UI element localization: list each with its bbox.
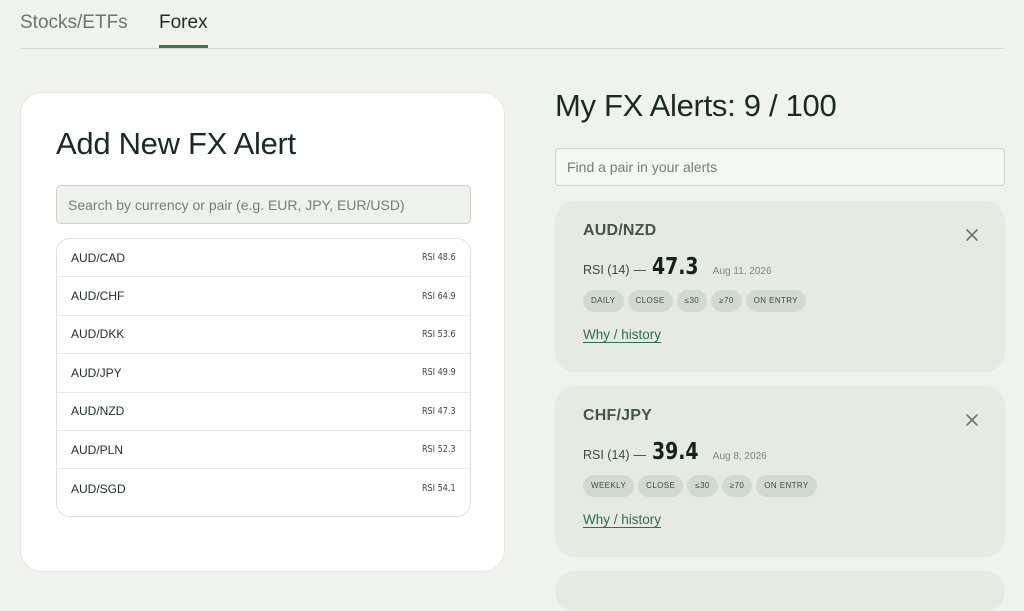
list-item[interactable]: AUD/CAD RSI 48.6	[57, 239, 470, 278]
alert-chips: DAILY CLOSE ≤30 ≥70 ON ENTRY	[583, 290, 807, 312]
list-item[interactable]: AUD/CHF RSI 64.9	[57, 277, 470, 316]
pair-name: AUD/JPY	[71, 365, 122, 380]
rsi-dash: —	[633, 448, 647, 462]
add-alert-title: Add New FX Alert	[56, 126, 296, 161]
close-icon[interactable]	[960, 408, 984, 432]
market-tabs: Stocks/ETFs Forex	[20, 0, 1005, 49]
lower-threshold-chip: ≤30	[676, 290, 708, 312]
trigger-chip: ON ENTRY	[745, 290, 807, 312]
upper-threshold-chip: ≥70	[721, 475, 753, 497]
alerts-title: My FX Alerts: 9 / 100	[555, 88, 837, 123]
pair-rsi: RSI 64.9	[422, 290, 456, 302]
alerts-search-input[interactable]	[555, 148, 1005, 186]
alert-pair: CHF/JPY	[583, 407, 652, 424]
rsi-label: RSI (14)	[583, 263, 630, 277]
rsi-value: 47.3	[652, 254, 699, 280]
pair-search-input[interactable]	[56, 185, 471, 224]
pair-rsi: RSI 52.3	[422, 444, 456, 456]
rsi-line: RSI (14) — 47.3 Aug 11, 2026	[583, 254, 772, 280]
close-icon[interactable]	[960, 223, 984, 247]
pair-rsi: RSI 54.1	[422, 483, 456, 495]
timeframe-chip: WEEKLY	[583, 475, 635, 497]
pair-rsi: RSI 49.9	[422, 367, 456, 379]
pair-rsi: RSI 48.6	[422, 252, 456, 264]
pair-name: AUD/PLN	[71, 442, 124, 457]
price-source-chip: CLOSE	[627, 290, 673, 312]
alert-chips: WEEKLY CLOSE ≤30 ≥70 ON ENTRY	[583, 475, 817, 497]
tab-forex[interactable]: Forex	[159, 12, 208, 48]
pair-rsi: RSI 53.6	[422, 328, 456, 340]
alert-card: CHF/JPY RSI (14) — 39.4 Aug 8, 2026 WEEK…	[555, 386, 1005, 557]
list-item[interactable]: AUD/SGD RSI 54.1	[57, 469, 470, 507]
tab-stocks-etfs[interactable]: Stocks/ETFs	[20, 12, 128, 48]
rsi-value: 39.4	[652, 439, 699, 465]
alert-pair: AUD/NZD	[583, 222, 657, 239]
list-item[interactable]: AUD/JPY RSI 49.9	[57, 354, 470, 393]
trigger-chip: ON ENTRY	[756, 475, 817, 497]
upper-threshold-chip: ≥70	[711, 290, 742, 312]
pair-name: AUD/SGD	[71, 481, 126, 496]
rsi-line: RSI (14) — 39.4 Aug 8, 2026	[583, 439, 767, 465]
list-item[interactable]: AUD/NZD RSI 47.3	[57, 393, 470, 431]
rsi-date: Aug 8, 2026	[712, 451, 767, 462]
list-item[interactable]: AUD/DKK RSI 53.6	[57, 316, 470, 355]
alert-card-partial	[555, 571, 1005, 611]
pair-name: AUD/DKK	[71, 327, 125, 342]
list-item[interactable]: AUD/PLN RSI 52.3	[57, 431, 470, 470]
lower-threshold-chip: ≤30	[687, 475, 718, 497]
rsi-date: Aug 11, 2026	[712, 266, 772, 277]
why-history-link[interactable]: Why / history	[583, 327, 661, 342]
pair-results-list: AUD/CAD RSI 48.6 AUD/CHF RSI 64.9 AUD/DK…	[56, 238, 471, 517]
alert-card: AUD/NZD RSI (14) — 47.3 Aug 11, 2026 DAI…	[555, 201, 1005, 372]
rsi-label: RSI (14)	[583, 448, 630, 462]
pair-name: AUD/NZD	[71, 404, 125, 419]
price-source-chip: CLOSE	[638, 475, 684, 497]
pair-name: AUD/CHF	[71, 289, 125, 304]
add-alert-panel: Add New FX Alert AUD/CAD RSI 48.6 AUD/CH…	[20, 92, 505, 572]
why-history-link[interactable]: Why / history	[583, 512, 661, 527]
pair-name: AUD/CAD	[71, 250, 126, 265]
rsi-dash: —	[633, 263, 647, 277]
timeframe-chip: DAILY	[583, 290, 624, 312]
pair-rsi: RSI 47.3	[422, 405, 456, 417]
